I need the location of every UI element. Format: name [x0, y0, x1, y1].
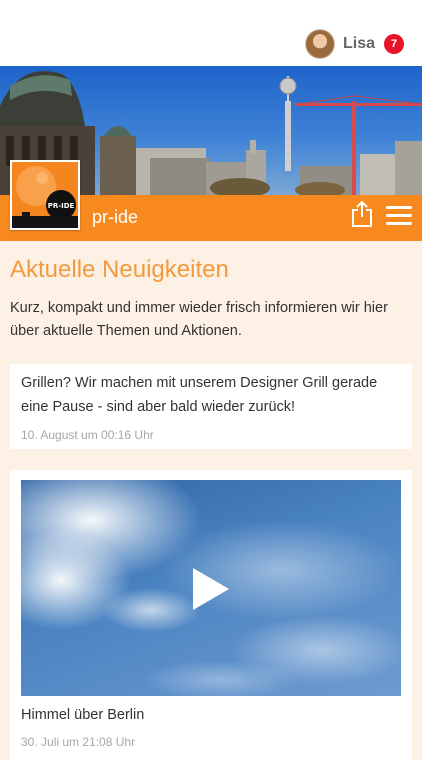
menu-button[interactable] [386, 206, 412, 228]
brand-name[interactable]: pr-ide [92, 207, 138, 228]
avatar[interactable] [304, 29, 335, 59]
share-icon [352, 200, 372, 227]
user-profile[interactable]: Lisa 7 [304, 28, 404, 60]
news-date: 10. August um 00:16 Uhr [21, 428, 154, 442]
hamburger-menu-icon [386, 206, 412, 225]
video-card[interactable]: Himmel über Berlin 30. Juli um 21:08 Uhr [10, 470, 412, 760]
share-button[interactable] [350, 200, 374, 228]
user-name[interactable]: Lisa [343, 35, 375, 53]
page-title: Aktuelle Neuigkeiten [10, 256, 229, 283]
notification-badge[interactable]: 7 [384, 34, 404, 54]
video-caption: Himmel über Berlin [21, 707, 145, 723]
logo-text: PR-IDE [48, 202, 75, 210]
page-intro: Kurz, kompakt und immer wieder frisch in… [10, 300, 388, 339]
video-date: 30. Juli um 21:08 Uhr [21, 735, 136, 749]
news-card[interactable]: Grillen? Wir machen mit unserem Designer… [10, 364, 412, 449]
news-text: Grillen? Wir machen mit unserem Designer… [21, 375, 378, 415]
brand-logo[interactable]: PR-IDE [10, 160, 80, 230]
video-player[interactable] [21, 480, 401, 696]
top-bar: Lisa 7 [0, 0, 422, 66]
